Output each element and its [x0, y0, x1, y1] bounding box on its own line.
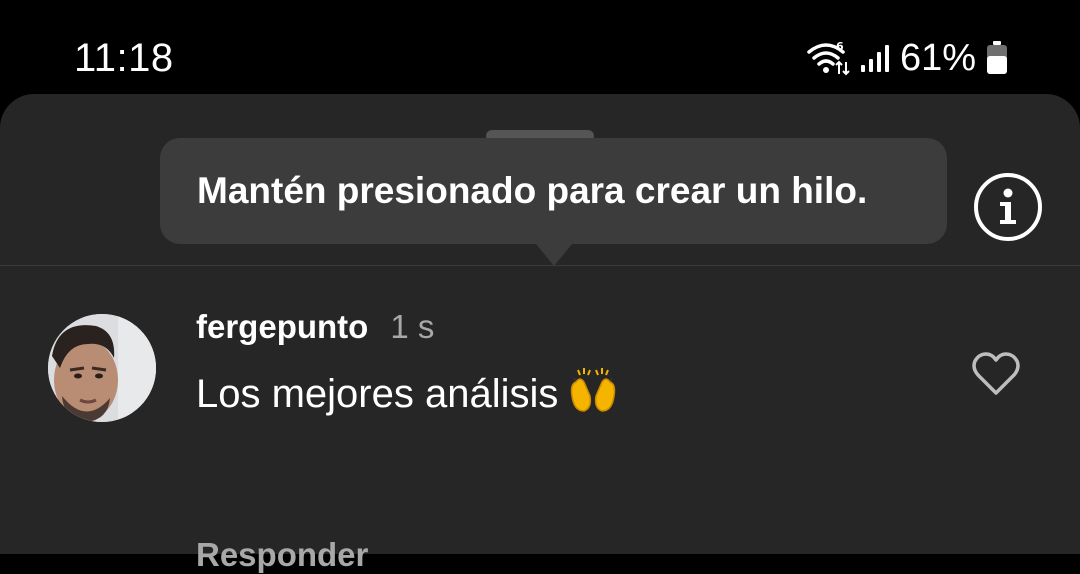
timestamp: 1 s — [390, 308, 435, 345]
comment-header: fergepunto 1 s — [196, 308, 434, 346]
battery-icon — [986, 41, 1008, 75]
tooltip-arrow — [536, 244, 572, 266]
avatar[interactable] — [48, 314, 156, 422]
heart-outline-icon — [972, 352, 1020, 395]
signal-bars-icon — [860, 43, 890, 73]
raising-hands-emoji-icon — [568, 366, 618, 422]
comment-body: Los mejores análisis — [196, 366, 618, 422]
wifi-6-icon: 6 — [806, 40, 850, 76]
username[interactable]: fergepunto — [196, 308, 368, 346]
thread-tooltip: Mantén presionado para crear un hilo. — [160, 138, 947, 244]
battery-percent: 61% — [899, 36, 976, 79]
tooltip-text: Mantén presionado para crear un hilo. — [197, 170, 868, 211]
svg-text:6: 6 — [836, 40, 844, 53]
comments-sheet: Mantén presionado para crear un hilo. fe… — [0, 94, 1080, 573]
status-bar: 11:18 6 61% — [0, 0, 1080, 94]
info-button[interactable] — [973, 172, 1043, 242]
comment-item[interactable]: fergepunto 1 s Los mejores análisis Resp… — [0, 266, 1080, 573]
like-button[interactable] — [972, 352, 1020, 396]
info-icon — [974, 173, 1042, 241]
reply-button[interactable]: Responder — [196, 536, 368, 574]
status-time: 11:18 — [74, 36, 174, 80]
comment-text: Los mejores análisis — [196, 371, 559, 416]
status-icons: 6 61% — [806, 36, 1008, 80]
